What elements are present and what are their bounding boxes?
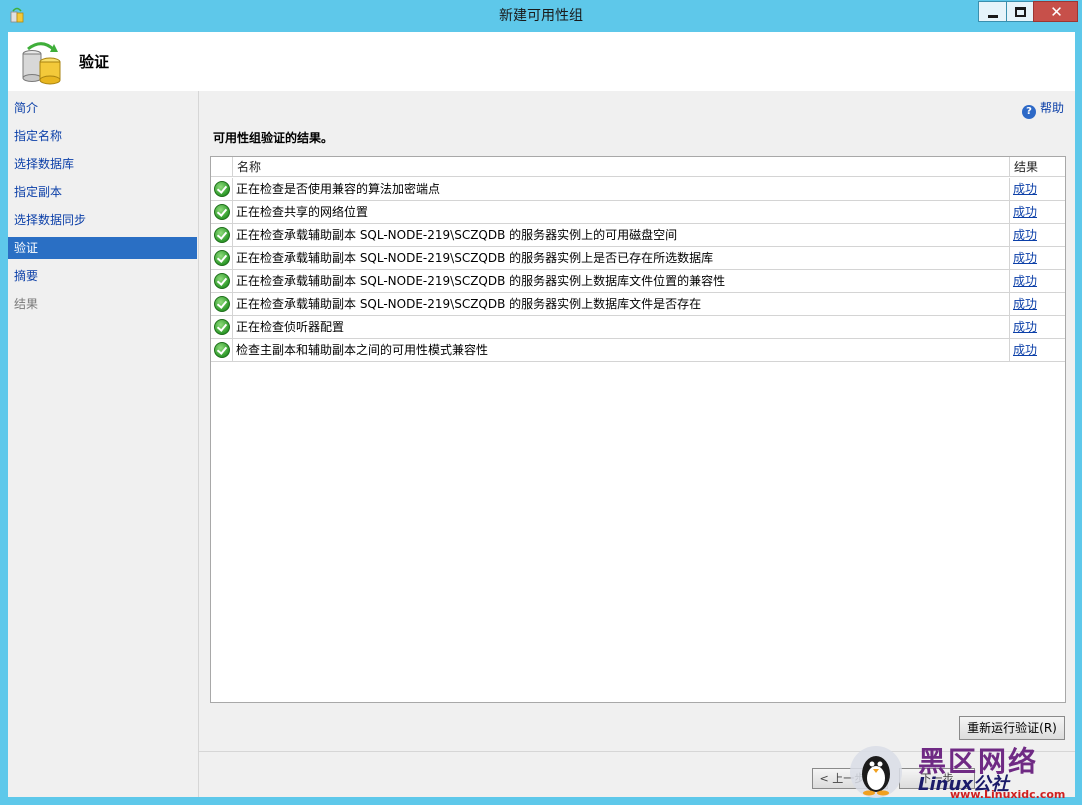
result-link[interactable]: 成功 xyxy=(1013,274,1037,288)
watermark-url-text: www.Linuxidc.com xyxy=(950,788,1066,801)
maximize-icon xyxy=(1015,7,1026,17)
result-link[interactable]: 成功 xyxy=(1013,297,1037,311)
success-check-icon xyxy=(214,181,230,197)
nav-item-specify-name[interactable]: 指定名称 xyxy=(8,125,197,147)
help-label: 帮助 xyxy=(1039,101,1064,115)
help-icon: ? xyxy=(1021,105,1036,119)
table-row: 正在检查承载辅助副本 SQL-NODE-219\SCZQDB 的服务器实例上数据… xyxy=(211,270,1065,293)
rerun-validation-button[interactable]: 重新运行验证(R) xyxy=(959,716,1065,740)
result-link[interactable]: 成功 xyxy=(1013,205,1037,219)
help-link[interactable]: ? 帮助 xyxy=(1021,100,1064,119)
dialog-window: 新建可用性组 ✕ 验证 简介 指定名称 选择数据库 指定副本 选择数据同步 验证 xyxy=(0,0,1082,805)
maximize-button[interactable] xyxy=(1006,1,1033,22)
main-panel: ? 帮助 可用性组验证的结果。 名称 结果 正在检查是否使用兼容的算法加密端点 成… xyxy=(199,91,1075,797)
table-row: 正在检查共享的网络位置 成功 xyxy=(211,201,1065,224)
page-header: 验证 xyxy=(8,32,1075,91)
close-button[interactable]: ✕ xyxy=(1033,1,1078,22)
row-name: 正在检查是否使用兼容的算法加密端点 xyxy=(233,178,1010,200)
wizard-nav: 简介 指定名称 选择数据库 指定副本 选择数据同步 验证 摘要 结果 xyxy=(8,91,199,797)
success-check-icon xyxy=(214,342,230,358)
table-row: 正在检查承载辅助副本 SQL-NODE-219\SCZQDB 的服务器实例上的可… xyxy=(211,224,1065,247)
nav-item-intro[interactable]: 简介 xyxy=(8,97,197,119)
table-row: 正在检查承载辅助副本 SQL-NODE-219\SCZQDB 的服务器实例上数据… xyxy=(211,293,1065,316)
success-check-icon xyxy=(214,319,230,335)
row-name: 正在检查承载辅助副本 SQL-NODE-219\SCZQDB 的服务器实例上数据… xyxy=(233,270,1010,292)
result-link[interactable]: 成功 xyxy=(1013,228,1037,242)
row-name: 正在检查承载辅助副本 SQL-NODE-219\SCZQDB 的服务器实例上是否… xyxy=(233,247,1010,269)
table-row: 检查主副本和辅助副本之间的可用性模式兼容性 成功 xyxy=(211,339,1065,362)
database-refresh-icon xyxy=(22,42,61,85)
page-title: 验证 xyxy=(79,53,110,71)
minimize-icon xyxy=(988,15,998,18)
section-title: 可用性组验证的结果。 xyxy=(213,131,334,145)
minimize-button[interactable] xyxy=(978,1,1006,22)
validation-results-table: 名称 结果 正在检查是否使用兼容的算法加密端点 成功 正在检查共享的网络位置 成… xyxy=(210,156,1066,703)
window-title: 新建可用性组 xyxy=(499,8,583,24)
table-header: 名称 结果 xyxy=(211,157,1065,177)
watermark: 黑区网络 Linux公社 www.Linuxidc.com xyxy=(846,738,1078,802)
success-check-icon xyxy=(214,273,230,289)
table-row: 正在检查是否使用兼容的算法加密端点 成功 xyxy=(211,178,1065,201)
success-check-icon xyxy=(214,250,230,266)
success-check-icon xyxy=(214,296,230,312)
header-result[interactable]: 结果 xyxy=(1010,157,1065,177)
nav-item-data-sync[interactable]: 选择数据同步 xyxy=(8,209,197,231)
table-row: 正在检查承载辅助副本 SQL-NODE-219\SCZQDB 的服务器实例上是否… xyxy=(211,247,1065,270)
row-name: 正在检查承载辅助副本 SQL-NODE-219\SCZQDB 的服务器实例上的可… xyxy=(233,224,1010,246)
row-name: 正在检查侦听器配置 xyxy=(233,316,1010,338)
result-link[interactable]: 成功 xyxy=(1013,343,1037,357)
result-link[interactable]: 成功 xyxy=(1013,251,1037,265)
result-link[interactable]: 成功 xyxy=(1013,182,1037,196)
row-name: 正在检查共享的网络位置 xyxy=(233,201,1010,223)
nav-item-validation[interactable]: 验证 xyxy=(8,237,197,259)
penguin-logo-icon xyxy=(850,746,902,798)
nav-item-summary[interactable]: 摘要 xyxy=(8,265,197,287)
nav-item-specify-replicas[interactable]: 指定副本 xyxy=(8,181,197,203)
table-row: 正在检查侦听器配置 成功 xyxy=(211,316,1065,339)
close-icon: ✕ xyxy=(1050,3,1063,21)
header-icon-column xyxy=(211,157,233,177)
nav-item-select-databases[interactable]: 选择数据库 xyxy=(8,153,197,175)
row-name: 检查主副本和辅助副本之间的可用性模式兼容性 xyxy=(233,339,1010,361)
header-name[interactable]: 名称 xyxy=(233,157,1010,177)
success-check-icon xyxy=(214,227,230,243)
title-bar[interactable]: 新建可用性组 ✕ xyxy=(0,0,1082,32)
success-check-icon xyxy=(214,204,230,220)
row-name: 正在检查承载辅助副本 SQL-NODE-219\SCZQDB 的服务器实例上数据… xyxy=(233,293,1010,315)
result-link[interactable]: 成功 xyxy=(1013,320,1037,334)
nav-item-results: 结果 xyxy=(14,297,39,311)
